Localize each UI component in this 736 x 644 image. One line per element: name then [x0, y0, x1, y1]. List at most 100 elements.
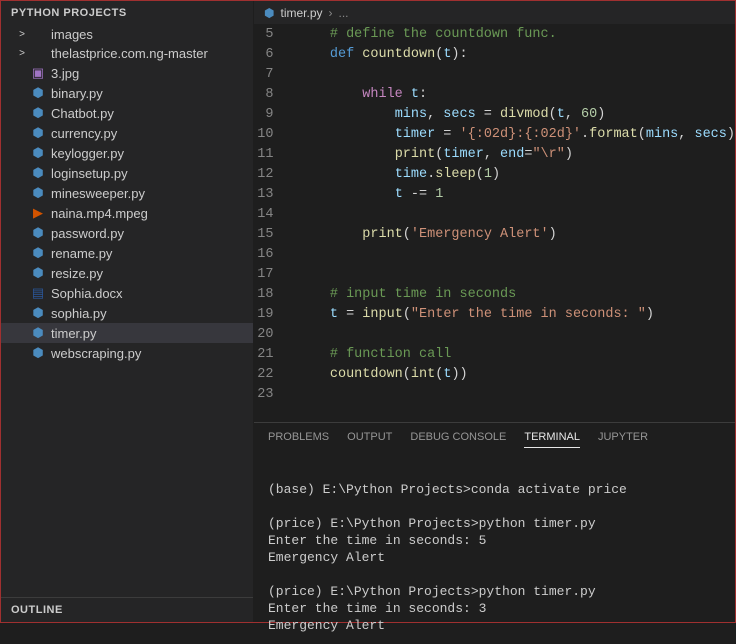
file-item[interactable]: ⬢ loginsetup.py: [1, 163, 253, 183]
terminal-line: (base) E:\Python Projects>conda activate…: [268, 481, 721, 498]
code-line[interactable]: print('Emergency Alert'): [297, 225, 735, 245]
chevron-right-icon: >: [15, 29, 29, 40]
code-line[interactable]: # input time in seconds: [297, 285, 735, 305]
chevron-right-icon: >: [15, 48, 29, 59]
panel-tab[interactable]: JUPYTER: [598, 431, 648, 448]
file-item-label: images: [51, 27, 93, 42]
tab-filename: timer.py: [280, 6, 322, 20]
code-line[interactable]: [297, 245, 735, 265]
panel-tab[interactable]: PROBLEMS: [268, 431, 329, 448]
python-icon: ⬢: [29, 325, 47, 341]
file-item[interactable]: ⬢binary.py: [1, 83, 253, 103]
file-item-label: loginsetup.py: [51, 166, 128, 181]
code-line[interactable]: time.sleep(1): [297, 165, 735, 185]
panel-tab-bar: PROBLEMS OUTPUT DEBUG CONSOLE TERMINAL JUPYT…: [254, 423, 735, 454]
explorer-section-title: PYTHON PROJECTS: [1, 1, 253, 25]
line-number: 21: [254, 345, 273, 365]
file-item[interactable]: ⬢ minesweeper.py: [1, 183, 253, 203]
python-icon: ⬢: [29, 165, 47, 181]
code-line[interactable]: t -= 1: [297, 185, 735, 205]
file-item[interactable]: ⬢ rename.py: [1, 243, 253, 263]
python-icon: ⬢: [29, 345, 47, 361]
line-number: 19: [254, 305, 273, 325]
image-icon: ▣: [29, 65, 47, 81]
code-line[interactable]: while t:: [297, 85, 735, 105]
line-number: 11: [254, 145, 273, 165]
python-icon: ⬢: [29, 245, 47, 261]
file-item[interactable]: ⬢ keylogger.py: [1, 143, 253, 163]
code-line[interactable]: # function call: [297, 345, 735, 365]
editor-tab-timer[interactable]: ⬢ timer.py › ...: [254, 1, 359, 24]
terminal-line: (price) E:\Python Projects>python timer.…: [268, 583, 721, 600]
file-item-label: thelastprice.com.ng-master: [51, 46, 208, 61]
panel-tab[interactable]: TERMINAL: [524, 431, 580, 448]
file-item-label: Sophia.docx: [51, 286, 123, 301]
file-item-label: rename.py: [51, 246, 112, 261]
file-item[interactable]: ⬢timer.py: [1, 323, 253, 343]
code-line[interactable]: [297, 65, 735, 85]
file-item-label: currency.py: [51, 126, 117, 141]
file-item[interactable]: ⬢password.py: [1, 223, 253, 243]
file-tree[interactable]: > images > thelastprice.com.ng-master ▣3.jpg…: [1, 25, 253, 597]
file-item-label: naina.mp4.mpeg: [51, 206, 148, 221]
terminal-line: Emergency Alert: [268, 549, 721, 566]
code-line[interactable]: [297, 325, 735, 345]
line-number: 10: [254, 125, 273, 145]
file-item[interactable]: > thelastprice.com.ng-master: [1, 44, 253, 63]
python-icon: ⬢: [29, 225, 47, 241]
python-icon: ⬢: [29, 305, 47, 321]
file-item-label: sophia.py: [51, 306, 107, 321]
line-number: 22: [254, 365, 273, 385]
code-line[interactable]: [297, 205, 735, 225]
code-line[interactable]: [297, 265, 735, 285]
terminal-line: [268, 498, 721, 515]
code-line[interactable]: [297, 385, 735, 405]
code-line[interactable]: t = input("Enter the time in seconds: "): [297, 305, 735, 325]
file-item[interactable]: ⬢ sophia.py: [1, 303, 253, 323]
file-item[interactable]: ▤Sophia.docx: [1, 283, 253, 303]
panel-tab[interactable]: OUTPUT: [347, 431, 392, 448]
python-icon: ⬢: [29, 85, 47, 101]
panel-tab[interactable]: DEBUG CONSOLE: [410, 431, 506, 448]
file-item[interactable]: ⬢ webscraping.py: [1, 343, 253, 363]
python-icon: ⬢: [29, 145, 47, 161]
chevron-right-icon: ›: [329, 6, 333, 20]
outline-section-title[interactable]: OUTLINE: [1, 597, 253, 622]
code-line[interactable]: countdown(int(t)): [297, 365, 735, 385]
file-item-label: minesweeper.py: [51, 186, 145, 201]
file-item-label: keylogger.py: [51, 146, 124, 161]
terminal-line: Emergency Alert: [268, 617, 721, 634]
line-number: 18: [254, 285, 273, 305]
code-line[interactable]: mins, secs = divmod(t, 60): [297, 105, 735, 125]
breadcrumb-more[interactable]: ...: [339, 6, 349, 20]
terminal-line: Enter the time in seconds: 3: [268, 600, 721, 617]
file-item[interactable]: > images: [1, 25, 253, 44]
file-item[interactable]: ⬢Chatbot.py: [1, 103, 253, 123]
file-item[interactable]: ⬢currency.py: [1, 123, 253, 143]
python-icon: ⬢: [29, 265, 47, 281]
line-number: 23: [254, 385, 273, 405]
file-explorer-sidebar: PYTHON PROJECTS > images > thelastprice.com…: [1, 1, 254, 622]
line-number: 14: [254, 205, 273, 225]
terminal-output[interactable]: (base) E:\Python Projects>conda activate…: [254, 454, 735, 644]
line-number: 5: [254, 25, 273, 45]
line-number: 17: [254, 265, 273, 285]
python-icon: ⬢: [29, 185, 47, 201]
python-icon: ⬢: [264, 6, 274, 20]
file-item-label: webscraping.py: [51, 346, 141, 361]
file-item[interactable]: ⬢resize.py: [1, 263, 253, 283]
editor-area: ⬢ timer.py › ... 56789101112131415161718…: [254, 1, 735, 622]
line-number: 15: [254, 225, 273, 245]
code-line[interactable]: print(timer, end="\r"): [297, 145, 735, 165]
code-editor[interactable]: 567891011121314151617181920212223 # defi…: [254, 25, 735, 422]
python-icon: ⬢: [29, 105, 47, 121]
code-line[interactable]: # define the countdown func.: [297, 25, 735, 45]
code-line[interactable]: def countdown(t):: [297, 45, 735, 65]
video-icon: ▶: [29, 205, 47, 221]
code-line[interactable]: timer = '{:02d}:{:02d}'.format(mins, sec…: [297, 125, 735, 145]
line-number: 8: [254, 85, 273, 105]
code-content[interactable]: # define the countdown func. def countdo…: [289, 25, 735, 422]
terminal-line: [268, 464, 721, 481]
file-item[interactable]: ▶ naina.mp4.mpeg: [1, 203, 253, 223]
file-item[interactable]: ▣3.jpg: [1, 63, 253, 83]
